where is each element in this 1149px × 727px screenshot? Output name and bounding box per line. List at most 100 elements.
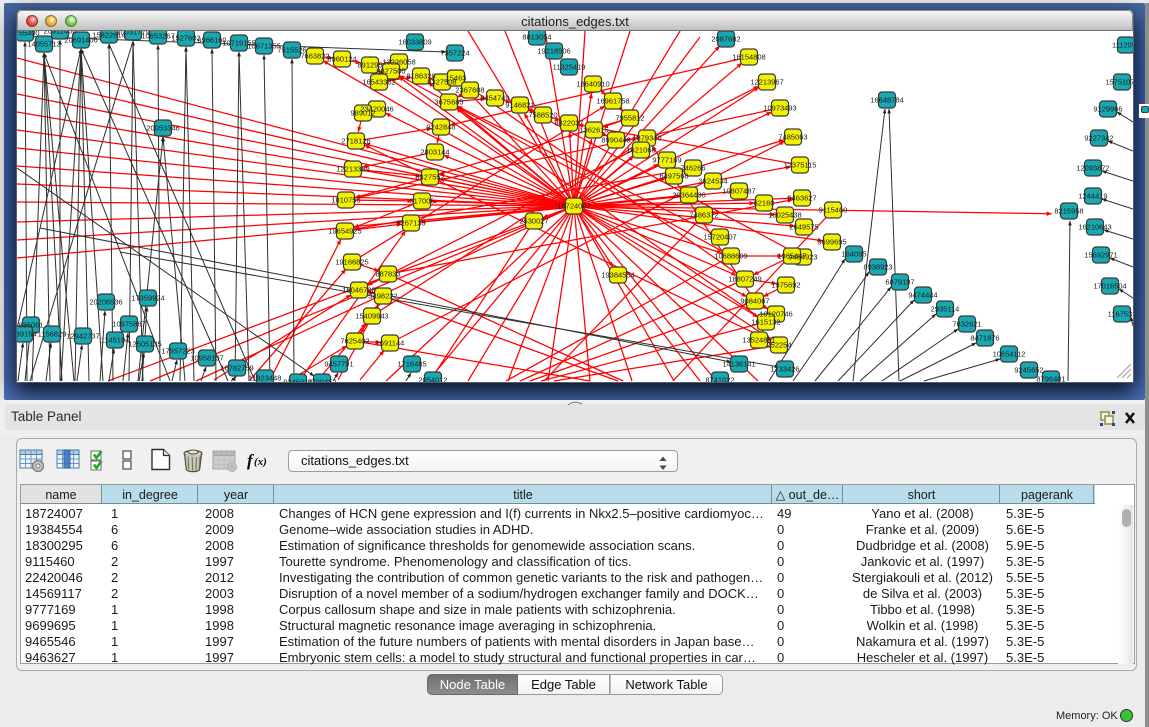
svg-text:14055712: 14055712 xyxy=(27,40,60,49)
svg-text:2718126: 2718126 xyxy=(341,137,370,146)
svg-text:1112094: 1112094 xyxy=(1112,41,1133,50)
svg-text:1244419: 1244419 xyxy=(1078,192,1107,201)
svg-text:8813054: 8813054 xyxy=(522,33,551,42)
svg-text:12505135: 12505135 xyxy=(128,340,161,349)
svg-text:9129966: 9129966 xyxy=(1093,105,1122,114)
svg-text:6879197: 6879197 xyxy=(885,278,914,287)
svg-text:164095: 164095 xyxy=(841,250,866,259)
svg-text:1156829: 1156829 xyxy=(38,330,67,339)
svg-text:7625402: 7625402 xyxy=(340,337,369,346)
svg-text:16210643: 16210643 xyxy=(1078,223,1111,232)
svg-text:11923448: 11923448 xyxy=(249,374,282,383)
svg-text:8990448: 8990448 xyxy=(601,136,630,145)
svg-text:15409943: 15409943 xyxy=(355,312,388,321)
svg-text:8215958: 8215958 xyxy=(1054,207,1083,216)
svg-text:7588520: 7588520 xyxy=(528,111,557,120)
svg-text:15692971: 15692971 xyxy=(1084,251,1117,260)
svg-text:16154808: 16154808 xyxy=(732,53,765,62)
svg-text:9755400: 9755400 xyxy=(17,31,40,38)
svg-text:7663822: 7663822 xyxy=(300,52,329,61)
svg-text:8267130: 8267130 xyxy=(396,219,425,228)
svg-text:(x): (x) xyxy=(254,456,267,468)
svg-text:15720407: 15720407 xyxy=(703,233,736,242)
svg-text:17016504: 17016504 xyxy=(1093,282,1126,291)
svg-text:9463627: 9463627 xyxy=(787,194,816,203)
svg-text:2054012: 2054012 xyxy=(418,376,447,383)
svg-text:1615132: 1615132 xyxy=(751,318,780,327)
svg-text:1621066: 1621066 xyxy=(626,146,655,155)
svg-text:8796401: 8796401 xyxy=(1036,375,1065,383)
svg-text:1691144: 1691144 xyxy=(376,339,405,348)
svg-text:18724007: 18724007 xyxy=(557,202,590,211)
svg-text:7357224: 7357224 xyxy=(440,49,469,58)
svg-text:1362615: 1362615 xyxy=(579,126,608,135)
svg-text:12942737: 12942737 xyxy=(66,332,99,341)
svg-text:2935114: 2935114 xyxy=(931,305,960,314)
svg-text:20053346: 20053346 xyxy=(146,124,179,133)
svg-text:8960124: 8960124 xyxy=(327,55,356,64)
svg-text:9242848: 9242848 xyxy=(426,123,455,132)
svg-text:17359924: 17359924 xyxy=(131,294,164,303)
svg-text:10807487: 10807487 xyxy=(722,187,755,196)
svg-text:1810755: 1810755 xyxy=(331,196,360,205)
svg-text:989012: 989012 xyxy=(350,109,375,118)
svg-text:8427552: 8427552 xyxy=(415,173,444,182)
svg-text:939154: 939154 xyxy=(17,330,37,339)
svg-text:2803144: 2803144 xyxy=(420,148,449,157)
svg-text:9227342: 9227342 xyxy=(1084,134,1113,143)
svg-text:3498222: 3498222 xyxy=(368,292,397,301)
svg-text:12093872: 12093872 xyxy=(1076,164,1109,173)
svg-text:18640910: 18640910 xyxy=(576,80,609,89)
svg-text:9146821: 9146821 xyxy=(505,101,534,110)
svg-text:1167531: 1167531 xyxy=(1108,310,1133,319)
svg-text:15751074: 15751074 xyxy=(1105,78,1133,87)
svg-text:19166825: 19166825 xyxy=(335,258,368,267)
svg-text:8938923: 8938923 xyxy=(863,263,892,272)
svg-text:11325419: 11325419 xyxy=(553,63,586,72)
svg-text:317006: 317006 xyxy=(409,197,434,206)
svg-text:19384554: 19384554 xyxy=(601,271,634,280)
svg-text:10653267: 10653267 xyxy=(141,32,174,41)
svg-text:16782759: 16782759 xyxy=(220,364,253,373)
svg-text:20364436: 20364436 xyxy=(672,191,705,200)
svg-text:8790452: 8790452 xyxy=(307,378,336,383)
svg-text:16543382: 16543382 xyxy=(362,78,395,87)
svg-text:10975867: 10975867 xyxy=(112,320,145,329)
svg-text:1965447: 1965447 xyxy=(777,252,806,261)
svg-text:16961758: 16961758 xyxy=(596,97,629,106)
svg-text:1527602: 1527602 xyxy=(171,34,200,43)
svg-text:9827500: 9827500 xyxy=(376,67,405,76)
svg-text:16648784: 16648784 xyxy=(870,96,903,105)
svg-text:1879340: 1879340 xyxy=(632,134,661,143)
svg-text:887833: 887833 xyxy=(375,270,400,279)
svg-text:12213369: 12213369 xyxy=(336,165,369,174)
svg-text:9457791: 9457791 xyxy=(324,360,353,369)
svg-text:15463: 15463 xyxy=(446,74,467,83)
svg-text:835061: 835061 xyxy=(18,321,43,330)
svg-text:7486372: 7486372 xyxy=(689,211,718,220)
svg-text:20206536: 20206536 xyxy=(89,298,122,307)
svg-text:2087682: 2087682 xyxy=(711,35,740,44)
svg-text:9115460: 9115460 xyxy=(819,206,848,215)
svg-text:9699695: 9699695 xyxy=(817,238,846,247)
svg-text:8741022: 8741022 xyxy=(705,376,734,383)
svg-text:12375115: 12375115 xyxy=(784,161,817,170)
svg-text:14136141: 14136141 xyxy=(722,360,755,369)
svg-text:10973493: 10973493 xyxy=(763,104,796,113)
svg-text:252254: 252254 xyxy=(766,341,791,350)
svg-text:10025438: 10025438 xyxy=(768,211,801,220)
svg-text:9084067: 9084067 xyxy=(740,297,769,306)
svg-text:10671355: 10671355 xyxy=(247,42,280,51)
svg-text:10958107: 10958107 xyxy=(190,354,223,363)
svg-text:1145194: 1145194 xyxy=(101,336,130,345)
svg-text:62160: 62160 xyxy=(754,199,775,208)
svg-text:19218506: 19218506 xyxy=(537,47,570,56)
svg-text:13226058: 13226058 xyxy=(382,58,415,67)
svg-text:10654112: 10654112 xyxy=(993,350,1026,359)
svg-text:7485063: 7485063 xyxy=(778,133,807,142)
svg-text:9245652: 9245652 xyxy=(1014,366,1043,375)
svg-text:1733426: 1733426 xyxy=(770,365,799,374)
svg-text:10688609: 10688609 xyxy=(714,252,747,261)
svg-text:7632621: 7632621 xyxy=(952,320,981,329)
svg-text:9777169: 9777169 xyxy=(652,156,681,165)
